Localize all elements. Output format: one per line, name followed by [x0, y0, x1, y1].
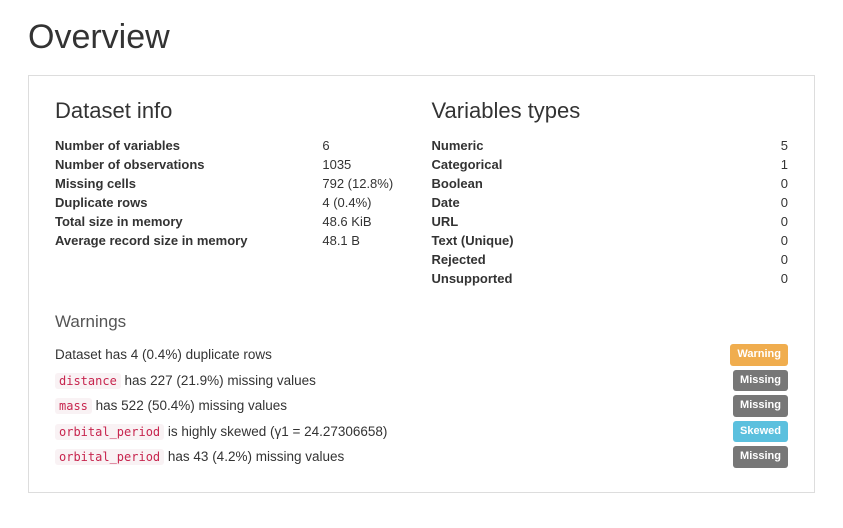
vartype-label: Text (Unique): [432, 231, 765, 250]
variable-types-table: Numeric5Categorical1Boolean0Date0URL0Tex…: [432, 136, 789, 288]
warning-row: mass has 522 (50.4%) missing valuesMissi…: [55, 393, 788, 419]
variable-code: distance: [55, 373, 121, 389]
warning-message: is highly skewed (γ1 = 24.27306658): [164, 424, 387, 439]
warning-text: orbital_period has 43 (4.2%) missing val…: [55, 446, 733, 468]
dataset-info-label: Number of variables: [55, 136, 322, 155]
table-row: Rejected0: [432, 250, 789, 269]
vartype-label: Categorical: [432, 155, 765, 174]
table-row: Boolean0: [432, 174, 789, 193]
vartype-value: 1: [764, 155, 788, 174]
variable-types-col: Variables types Numeric5Categorical1Bool…: [432, 98, 789, 288]
warning-row: Dataset has 4 (0.4%) duplicate rows Warni…: [55, 342, 788, 368]
dataset-info-col: Dataset info Number of variables6Number …: [55, 98, 412, 288]
vartype-label: Boolean: [432, 174, 765, 193]
vartype-label: Unsupported: [432, 269, 765, 288]
variable-code: orbital_period: [55, 424, 164, 440]
vartype-value: 5: [764, 136, 788, 155]
warning-row: distance has 227 (21.9%) missing valuesM…: [55, 368, 788, 394]
warning-text: mass has 522 (50.4%) missing values: [55, 395, 733, 417]
variable-types-title: Variables types: [432, 98, 789, 124]
page-title: Overview: [28, 18, 815, 57]
status-badge: Warning: [730, 344, 788, 366]
table-row: URL0: [432, 212, 789, 231]
dataset-info-title: Dataset info: [55, 98, 412, 124]
warnings-list: Dataset has 4 (0.4%) duplicate rows Warni…: [55, 342, 788, 470]
warning-text: orbital_period is highly skewed (γ1 = 24…: [55, 421, 733, 443]
dataset-info-label: Number of observations: [55, 155, 322, 174]
warning-message: has 227 (21.9%) missing values: [121, 373, 316, 388]
dataset-info-value: 48.1 B: [322, 231, 411, 250]
vartype-value: 0: [764, 193, 788, 212]
vartype-label: Date: [432, 193, 765, 212]
dataset-info-table: Number of variables6Number of observatio…: [55, 136, 412, 250]
vartype-value: 0: [764, 250, 788, 269]
status-badge: Missing: [733, 370, 788, 392]
dataset-info-label: Duplicate rows: [55, 193, 322, 212]
vartype-value: 0: [764, 231, 788, 250]
warning-message: has 43 (4.2%) missing values: [164, 449, 344, 464]
warnings-title: Warnings: [55, 312, 788, 332]
vartype-value: 0: [764, 269, 788, 288]
vartype-label: Numeric: [432, 136, 765, 155]
dataset-info-value: 792 (12.8%): [322, 174, 411, 193]
warning-text: distance has 227 (21.9%) missing values: [55, 370, 733, 392]
table-row: Categorical1: [432, 155, 789, 174]
dataset-info-label: Average record size in memory: [55, 231, 322, 250]
vartype-value: 0: [764, 212, 788, 231]
status-badge: Missing: [733, 446, 788, 468]
dataset-info-value: 6: [322, 136, 411, 155]
warning-message: Dataset has 4 (0.4%) duplicate rows: [55, 347, 272, 362]
warning-text: Dataset has 4 (0.4%) duplicate rows: [55, 344, 730, 366]
dataset-info-label: Total size in memory: [55, 212, 322, 231]
dataset-info-value: 4 (0.4%): [322, 193, 411, 212]
table-row: Duplicate rows4 (0.4%): [55, 193, 412, 212]
warning-row: orbital_period has 43 (4.2%) missing val…: [55, 444, 788, 470]
table-row: Numeric5: [432, 136, 789, 155]
table-row: Total size in memory48.6 KiB: [55, 212, 412, 231]
status-badge: Missing: [733, 395, 788, 417]
status-badge: Skewed: [733, 421, 788, 443]
vartype-value: 0: [764, 174, 788, 193]
table-row: Average record size in memory48.1 B: [55, 231, 412, 250]
overview-panel: Dataset info Number of variables6Number …: [28, 75, 815, 493]
variable-code: mass: [55, 398, 92, 414]
table-row: Unsupported0: [432, 269, 789, 288]
table-row: Number of variables6: [55, 136, 412, 155]
dataset-info-label: Missing cells: [55, 174, 322, 193]
warning-message: has 522 (50.4%) missing values: [92, 398, 287, 413]
vartype-label: Rejected: [432, 250, 765, 269]
vartype-label: URL: [432, 212, 765, 231]
dataset-info-value: 48.6 KiB: [322, 212, 411, 231]
table-row: Date0: [432, 193, 789, 212]
warning-row: orbital_period is highly skewed (γ1 = 24…: [55, 419, 788, 445]
table-row: Number of observations1035: [55, 155, 412, 174]
dataset-info-value: 1035: [322, 155, 411, 174]
variable-code: orbital_period: [55, 449, 164, 465]
table-row: Text (Unique)0: [432, 231, 789, 250]
table-row: Missing cells792 (12.8%): [55, 174, 412, 193]
